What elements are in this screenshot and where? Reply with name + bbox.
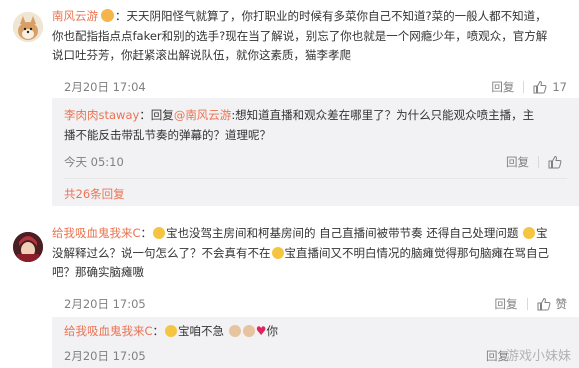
- comment-text: 给我吸血鬼我来C： 宝也没驾主房间和柯基房间的 自己直播间被带节奏 还得自己处理问…: [52, 224, 572, 283]
- more-replies-link[interactable]: 共26条回复: [64, 186, 125, 202]
- emoji-icon: [165, 325, 178, 337]
- comment-username[interactable]: 南风云游: [52, 9, 98, 23]
- comment-text-line: 你也配指指点点faker和别的选手?现在当了解说，别忘了你也就是一个网瘾少年，喷…: [52, 28, 548, 43]
- vip-badge-icon: [101, 9, 114, 22]
- divider: [64, 178, 567, 179]
- emoji-icon: [228, 325, 241, 337]
- heart-icon: ♥: [255, 324, 267, 338]
- like-button[interactable]: 17: [533, 80, 567, 94]
- reply-text: 给我吸血鬼我来C： 宝咱不急 ♥你: [64, 322, 569, 342]
- comment-username[interactable]: 给我吸血鬼我来C: [52, 226, 141, 240]
- comment-text-line: 说口吐芬芳，你赶紧滚出解说队伍，就你这素质，猫李孝爬: [52, 48, 351, 62]
- shiba-dog-avatar-icon: [13, 12, 43, 42]
- thumbs-up-icon: [537, 297, 550, 311]
- reply-text-line: 播不能反击带乱节奏的弹幕的？道理呢？: [64, 127, 271, 142]
- comment-text-line: 吧？那确实脑瘫嗷: [52, 265, 144, 279]
- comment-time: 2月20日 17:05: [64, 297, 146, 311]
- emoji-icon: [242, 325, 255, 337]
- like-label: 赞: [555, 297, 568, 311]
- reply-button[interactable]: 回复: [506, 154, 529, 170]
- comment-time: 2月20日 17:04: [64, 80, 146, 94]
- comment-item: 南风云游 ：天天阴阳怪气就算了，你打职业的时候有多菜你自己不知道?菜的一般人都不知…: [0, 0, 579, 206]
- mention-link[interactable]: @南风云游: [174, 108, 232, 122]
- reply-time: 今天 05:10: [64, 155, 124, 169]
- watermark: 游戏小妹妹: [505, 349, 571, 364]
- character-avatar-icon: [13, 232, 43, 262]
- reply-text: 李肉肉staway：回复@南风云游:想知道直播和观众差在哪里了？为什么只能观众喷…: [64, 106, 569, 145]
- reply-box: 给我吸血鬼我来C： 宝咱不急 ♥你 2月20日 17:05 回复: [52, 317, 579, 368]
- comment-text-line: 宝: [536, 226, 548, 240]
- like-button[interactable]: [548, 155, 567, 169]
- reply-box: 李肉肉staway：回复@南风云游:想知道直播和观众差在哪里了？为什么只能观众喷…: [52, 98, 579, 206]
- reply-username[interactable]: 李肉肉staway: [64, 108, 139, 122]
- comment-text-line: ：: [140, 226, 153, 240]
- comment-actions: 回复 17: [491, 79, 567, 95]
- reply-time: 2月20日 17:05: [64, 349, 146, 363]
- comment-text-line: 没解释过么？说一句怎么了？不会真有不在: [52, 245, 271, 260]
- emoji-icon: [523, 227, 535, 239]
- comment-text-line: ：天天阴阳怪气就算了，你打职业的时候有多菜你自己不知道?菜的一般人都不知道，: [115, 9, 547, 23]
- reply-text-line: 你: [266, 324, 278, 338]
- comment-text-line: 宝直播间又不明白情况的脑瘫觉得那句脑瘫在骂自己: [284, 245, 550, 260]
- thumbs-up-icon: [533, 80, 547, 94]
- thumbs-up-icon: [548, 155, 562, 169]
- comment-text: 南风云游 ：天天阴阳怪气就算了，你打职业的时候有多菜你自己不知道?菜的一般人都不知…: [52, 7, 572, 66]
- comment-actions: 回复 赞: [495, 296, 568, 312]
- comment-item: 给我吸血鬼我来C： 宝也没驾主房间和柯基房间的 自己直播间被带节奏 还得自己处理问…: [0, 212, 579, 368]
- like-button[interactable]: 赞: [537, 296, 568, 312]
- reply-text-line: :想知道直播和观众差在哪里了？为什么只能观众喷主播，主: [231, 108, 535, 122]
- emoji-icon: [271, 246, 284, 259]
- reply-prefix: ：回复: [139, 108, 174, 122]
- reply-text-line: 宝咱不急: [178, 324, 228, 338]
- avatar[interactable]: [13, 232, 43, 262]
- divider: [523, 81, 525, 93]
- divider: [538, 156, 539, 168]
- reply-button[interactable]: 回复: [495, 296, 518, 312]
- like-count: 17: [552, 80, 567, 94]
- divider: [526, 298, 528, 310]
- comment-text-line: 宝也没驾主房间和柯基房间的 自己直播间被带节奏 还得自己处理问题: [166, 226, 522, 240]
- reply-username[interactable]: 给我吸血鬼我来C: [64, 324, 153, 338]
- reply-actions: 回复: [506, 154, 567, 170]
- reply-text-line: ：: [152, 324, 165, 338]
- reply-button[interactable]: 回复: [491, 79, 514, 95]
- emoji-icon: [153, 227, 166, 239]
- avatar[interactable]: [13, 12, 43, 42]
